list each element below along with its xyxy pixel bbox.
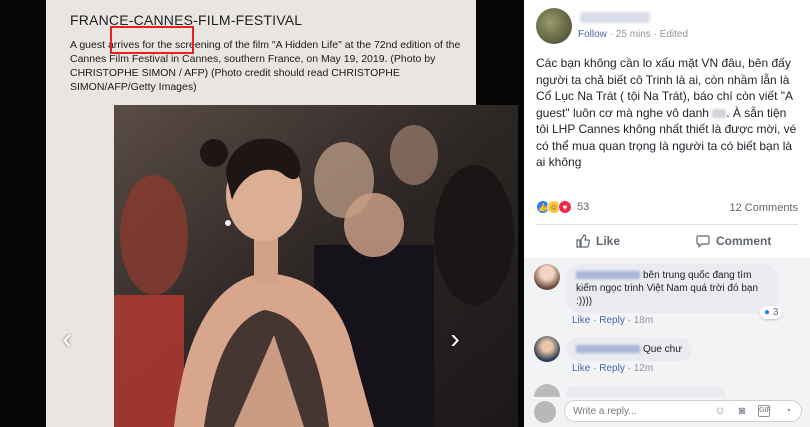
- post-time[interactable]: 25 mins: [616, 29, 651, 40]
- post-panel: Follow · 25 mins · Edited Các bạn không …: [524, 0, 810, 427]
- author-avatar[interactable]: [536, 8, 572, 44]
- like-reaction-icon: ●: [764, 307, 771, 318]
- follow-link[interactable]: Follow: [578, 29, 607, 40]
- comment-label: Comment: [716, 234, 772, 248]
- comment-bubble-icon: [696, 235, 710, 248]
- comment-reaction-count: 3: [772, 307, 779, 318]
- reaction-count[interactable]: 53: [577, 201, 589, 213]
- reaction-summary[interactable]: 👍 ☺ ♥ 53: [536, 199, 589, 215]
- highlight-box: [110, 26, 194, 54]
- blurred-emoji: [712, 108, 727, 118]
- commenter-avatar[interactable]: [534, 264, 560, 290]
- article-screenshot: FRANCE-CANNES-FILM-FESTIVAL A guest arri…: [46, 0, 518, 427]
- current-user-avatar: [534, 401, 556, 423]
- comment-time[interactable]: 18m: [634, 315, 653, 326]
- reply-bar: ☺ ◙ GIF ◔: [524, 397, 810, 427]
- camera-icon[interactable]: ◙: [736, 405, 748, 417]
- red-carpet-photo: [114, 105, 518, 427]
- comment-actions: Like · Reply · 18m: [572, 315, 653, 326]
- commenter-name-blurred[interactable]: [576, 345, 640, 354]
- gif-icon[interactable]: GIF: [758, 405, 771, 417]
- previous-photo-button[interactable]: ‹: [56, 325, 78, 353]
- post-text: Các bạn không cần lo xấu mặt VN đâu, bên…: [536, 55, 802, 171]
- commenter-name-blurred[interactable]: [576, 271, 640, 280]
- comment-like-link[interactable]: Like: [572, 363, 590, 374]
- comment-bubble: bên trung quốc đang tìm kiếm ngọc trinh …: [566, 264, 778, 313]
- like-label: Like: [596, 234, 621, 248]
- comment-bubble: Que chư: [566, 338, 692, 361]
- thumbs-up-icon: [576, 234, 590, 248]
- photo-viewer: FRANCE-CANNES-FILM-FESTIVAL A guest arri…: [0, 0, 524, 427]
- next-photo-button[interactable]: ›: [444, 325, 466, 353]
- comment-text: Que chư: [643, 344, 682, 355]
- edited-label[interactable]: Edited: [660, 29, 688, 40]
- comment-like-link[interactable]: Like: [572, 315, 590, 326]
- comment-actions: Like · Reply · 12m: [572, 363, 653, 374]
- comment-reaction-badge[interactable]: ● 3: [760, 306, 783, 319]
- post-meta: Follow · 25 mins · Edited: [578, 29, 688, 40]
- divider: [536, 224, 798, 225]
- comment-count[interactable]: 12 Comments: [730, 202, 798, 214]
- comments-section: bên trung quốc đang tìm kiếm ngọc trinh …: [524, 258, 810, 410]
- love-reaction-icon: ♥: [558, 200, 572, 214]
- like-button[interactable]: Like: [576, 230, 620, 252]
- author-name-blurred[interactable]: [580, 12, 650, 23]
- comment-reply-link[interactable]: Reply: [599, 315, 625, 326]
- commenter-avatar[interactable]: [534, 336, 560, 362]
- comment-time[interactable]: 12m: [634, 363, 653, 374]
- emoji-icon[interactable]: ☺: [714, 405, 726, 417]
- comment-reply-link[interactable]: Reply: [599, 363, 625, 374]
- sticker-icon[interactable]: ◔: [782, 405, 794, 417]
- comment-button[interactable]: Comment: [696, 230, 771, 252]
- photo-image: [114, 105, 518, 427]
